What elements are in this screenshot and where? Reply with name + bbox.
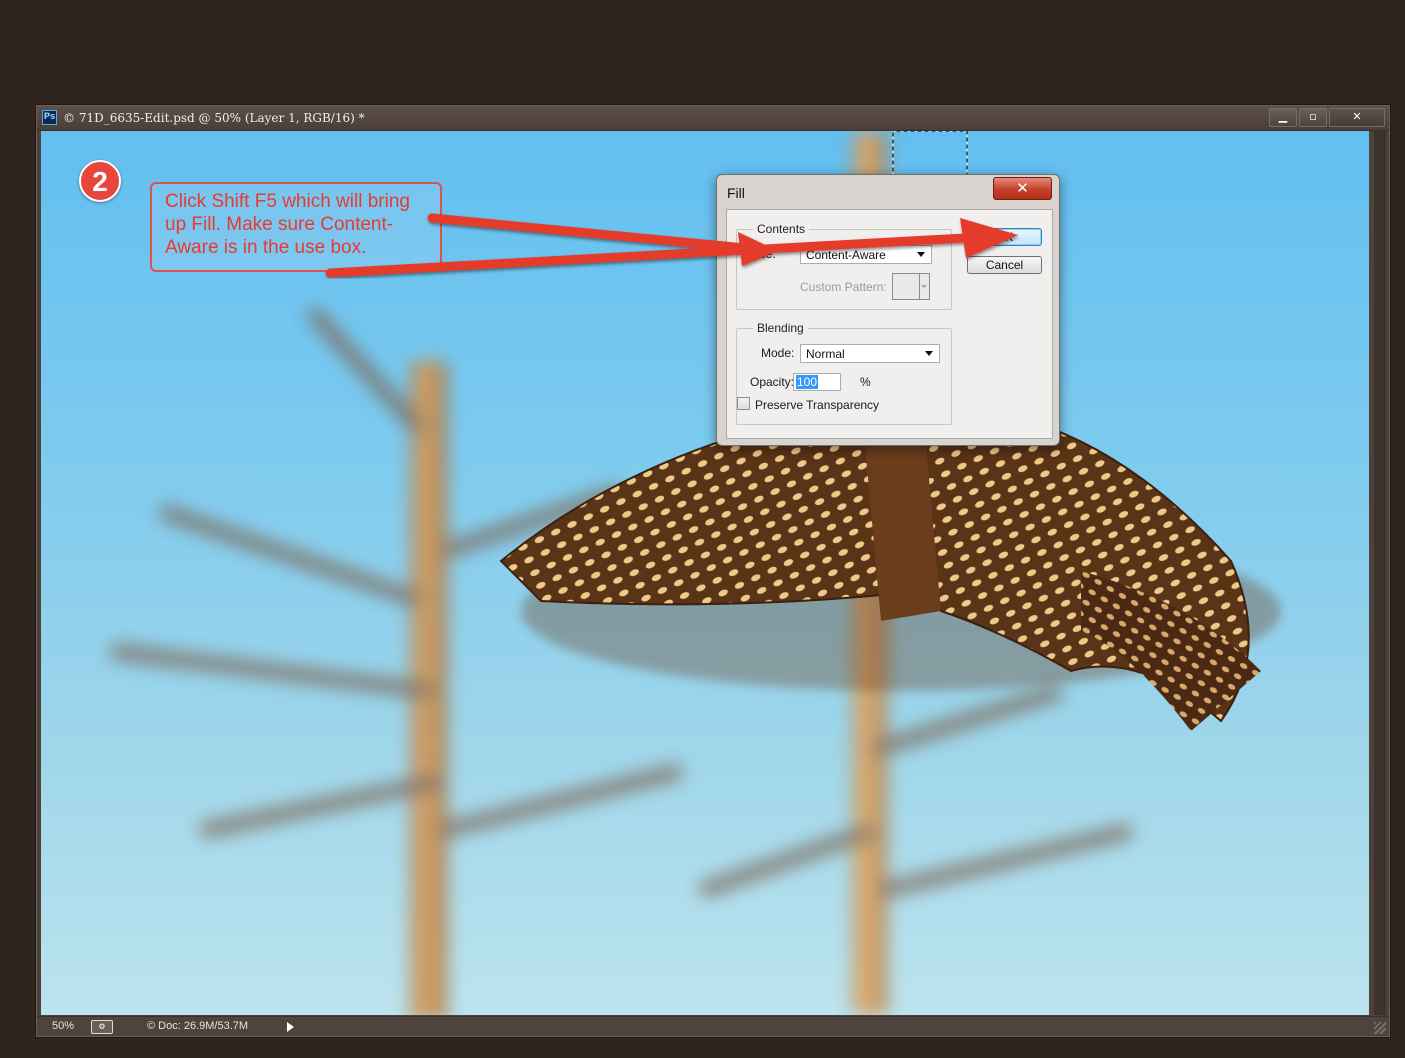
opacity-value: 100 xyxy=(796,375,819,389)
status-toggle-icon[interactable]: ⚙ xyxy=(91,1020,113,1034)
close-icon[interactable]: ✕ xyxy=(1329,108,1385,127)
dropdown-caret-icon xyxy=(921,285,927,288)
minimize-icon[interactable]: ▁ xyxy=(1269,108,1297,127)
use-dropdown[interactable]: Content-Aware xyxy=(800,245,932,264)
close-icon[interactable]: ✕ xyxy=(993,177,1052,200)
vertical-scrollbar[interactable] xyxy=(1374,131,1386,1015)
mode-value: Normal xyxy=(806,347,845,361)
status-bar: 50% ⚙ © Doc: 26.9M/53.7M xyxy=(37,1016,1389,1036)
fill-dialog: Fill ✕ Contents Use: Content-Aware Custo… xyxy=(716,174,1060,446)
window-controls: ▁ ▫ ✕ xyxy=(1269,108,1385,127)
status-arrow-icon[interactable] xyxy=(287,1022,294,1032)
dialog-title: Fill xyxy=(727,185,745,201)
doc-size-info: © Doc: 26.9M/53.7M xyxy=(147,1020,249,1032)
ok-button[interactable]: OK xyxy=(967,228,1042,246)
dropdown-caret-icon xyxy=(917,252,925,257)
preserve-transparency-checkbox[interactable] xyxy=(737,397,750,410)
instruction-callout: Click Shift F5 which will bring up Fill.… xyxy=(150,182,442,272)
zoom-level[interactable]: 50% xyxy=(52,1020,74,1032)
document-title: © 71D_6635-Edit.psd @ 50% (Layer 1, RGB/… xyxy=(63,111,365,125)
use-label: Use: xyxy=(751,247,776,261)
cancel-button[interactable]: Cancel xyxy=(967,256,1042,274)
step-badge: 2 xyxy=(79,160,121,202)
opacity-unit: % xyxy=(860,375,871,389)
maximize-icon[interactable]: ▫ xyxy=(1299,108,1327,127)
document-titlebar[interactable]: Ps © 71D_6635-Edit.psd @ 50% (Layer 1, R… xyxy=(37,106,1389,131)
photoshop-icon: Ps xyxy=(42,110,57,125)
opacity-label: Opacity: xyxy=(750,375,795,389)
blending-legend: Blending xyxy=(757,321,804,335)
preserve-transparency-label[interactable]: Preserve Transparency xyxy=(755,398,879,412)
dialog-body: Contents Use: Content-Aware Custom Patte… xyxy=(726,209,1053,439)
resize-grip-icon[interactable] xyxy=(1374,1022,1386,1034)
custom-pattern-label: Custom Pattern: xyxy=(800,280,887,294)
opacity-input[interactable]: 100 xyxy=(793,373,841,391)
use-value: Content-Aware xyxy=(806,248,886,262)
dropdown-caret-icon xyxy=(925,351,933,356)
mode-label: Mode: xyxy=(761,346,795,360)
custom-pattern-picker[interactable] xyxy=(892,273,930,300)
contents-legend: Contents xyxy=(757,222,806,236)
mode-dropdown[interactable]: Normal xyxy=(800,344,940,363)
